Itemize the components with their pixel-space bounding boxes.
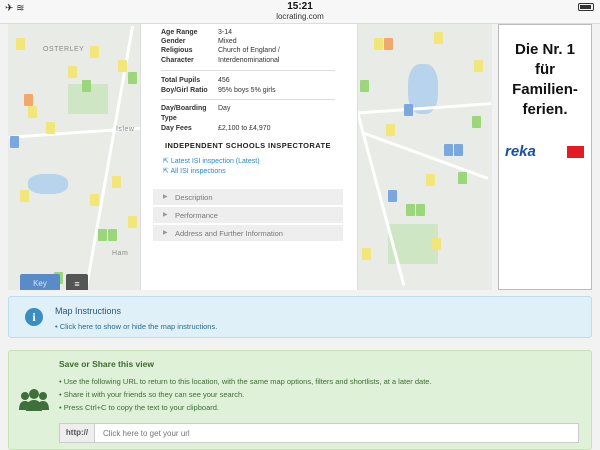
school-pin[interactable] [432,238,441,250]
school-pin[interactable] [374,38,383,50]
toggle-instructions-link[interactable]: • Click here to show or hide the map ins… [55,322,217,331]
school-pin[interactable] [28,106,37,118]
status-bar: ✈ ≋ 15:21 locrating.com [0,0,600,24]
share-instruction: • Use the following URL to return to thi… [59,377,432,386]
map-label: OSTERLEY [43,46,85,53]
school-pin[interactable] [458,172,467,184]
list-icon[interactable]: ≡ [66,274,88,290]
school-pin[interactable] [90,46,99,58]
map-instructions-title: Map Instructions [55,306,122,316]
all-isi-link[interactable]: ⇱ All ISI inspections [163,167,226,175]
map-road [361,131,489,180]
school-pin[interactable] [46,122,55,134]
advertisement[interactable]: Die Nr. 1 für Familien- ferien. reka [498,24,592,290]
share-instruction: • Share it with your friends so they can… [59,390,245,399]
school-pin[interactable] [24,94,33,106]
school-info-panel: Age Range 3-14 Gender Mixed Religious Ch… [140,24,358,290]
school-pin[interactable] [20,190,29,202]
school-pin[interactable] [360,80,369,92]
accordion-description[interactable]: ▶ Description [153,189,343,206]
school-pin[interactable] [454,144,463,156]
external-link-icon: ⇱ [163,158,169,165]
url-row: http:// [59,423,579,443]
school-pin[interactable] [426,174,435,186]
accordion-address[interactable]: ▶ Address and Further Information [153,225,343,242]
share-title: Save or Share this view [59,359,154,369]
ad-text: Familien- [512,81,578,98]
battery-icon [578,3,594,11]
isi-heading: INDEPENDENT SCHOOLS INSPECTORATE [165,141,331,150]
ad-text: ferien. [522,101,568,118]
accordion-performance[interactable]: ▶ Performance [153,207,343,224]
school-pin[interactable] [128,216,137,228]
share-url-input[interactable] [95,423,579,443]
map-key-button[interactable]: Key [20,274,60,290]
divider [161,70,335,71]
chevron-right-icon: ▶ [163,212,168,218]
school-pin[interactable] [472,116,481,128]
school-pin[interactable] [118,60,127,72]
latest-isi-link[interactable]: ⇱ Latest ISI inspection (Latest) [163,157,260,165]
school-pin[interactable] [98,229,107,241]
ad-text: für [535,61,555,78]
school-pin[interactable] [108,229,117,241]
map-label: Islew [116,126,135,133]
chevron-right-icon: ▶ [163,194,168,200]
school-pin[interactable] [384,38,393,50]
url-prefix: http:// [59,423,95,443]
status-time: 15:21 [287,1,313,12]
map-water [28,174,68,194]
info-icon: i [25,308,43,326]
school-pin[interactable] [404,104,413,116]
school-pin[interactable] [68,66,77,78]
map-instructions-box: i Map Instructions • Click here to show … [8,296,592,338]
school-pin[interactable] [112,176,121,188]
school-pin[interactable] [362,248,371,260]
school-pin[interactable] [434,32,443,44]
school-pin[interactable] [386,124,395,136]
school-pin[interactable] [406,204,415,216]
chevron-right-icon: ▶ [163,230,168,236]
map-label: Ham [112,250,129,257]
school-pin[interactable] [16,38,25,50]
school-pin[interactable] [474,60,483,72]
divider [161,99,335,100]
school-pin[interactable] [128,72,137,84]
reka-logo: reka [505,143,536,160]
external-link-icon: ⇱ [163,168,169,175]
school-pin[interactable] [388,190,397,202]
school-pin[interactable] [90,194,99,206]
school-pin[interactable] [82,80,91,92]
save-share-box: Save or Share this view • Use the follow… [8,350,592,450]
school-pin[interactable] [416,204,425,216]
swiss-flag-icon [567,146,584,158]
school-pin[interactable] [444,144,453,156]
users-icon [19,389,49,411]
share-instruction: • Press Ctrl+C to copy the text to your … [59,403,219,412]
school-pin[interactable] [10,136,19,148]
address-bar-url[interactable]: locrating.com [0,12,600,21]
ad-text: Die Nr. 1 [514,41,576,58]
